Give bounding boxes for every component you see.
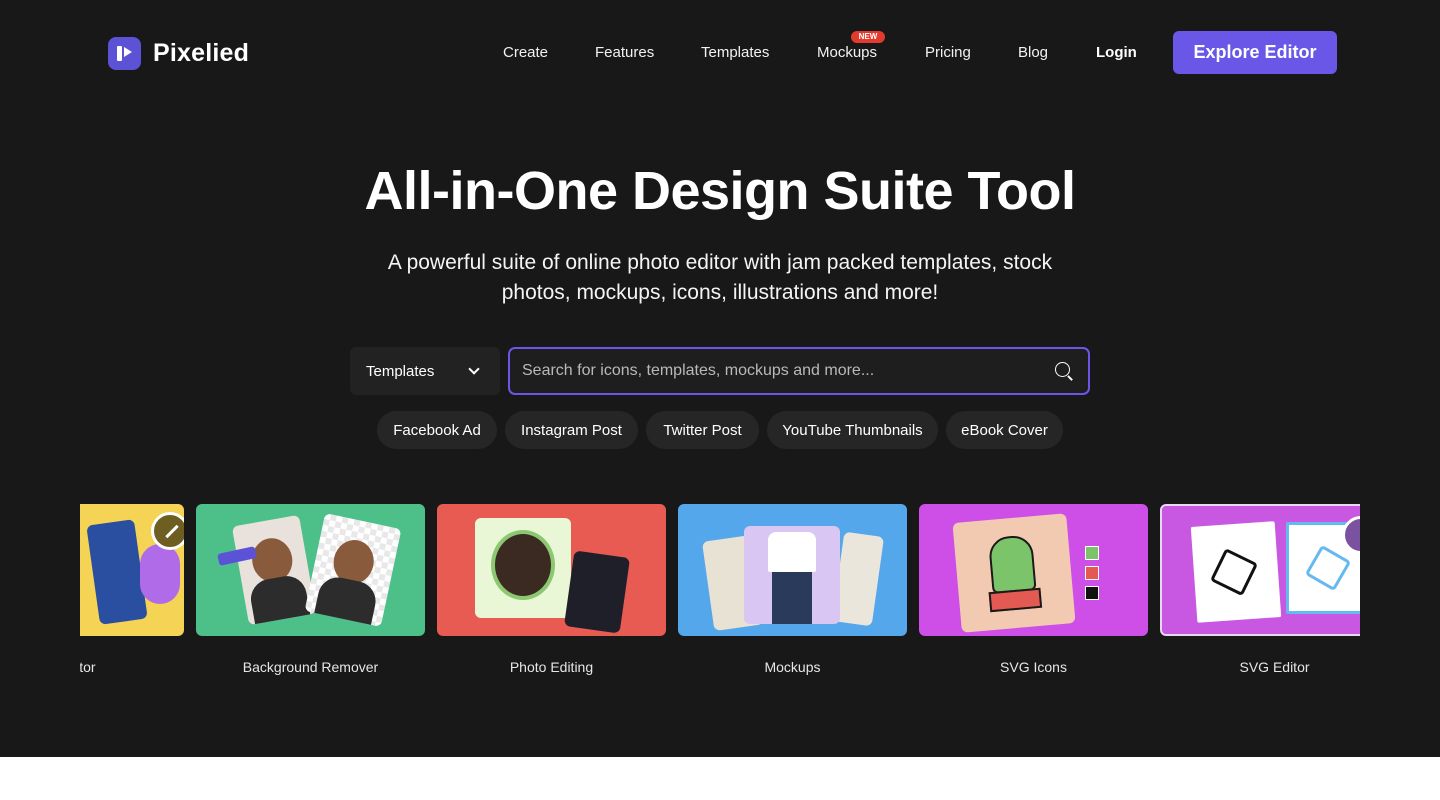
- nav-create[interactable]: Create: [503, 44, 548, 61]
- tool-card-svg-editor[interactable]: [1160, 504, 1360, 636]
- chip-ebook-cover[interactable]: eBook Cover: [946, 411, 1063, 449]
- search-icon[interactable]: [1055, 361, 1074, 381]
- sticker-panel: [563, 550, 631, 634]
- photo-frame: [475, 518, 571, 618]
- search-type-dropdown[interactable]: Templates: [350, 347, 500, 395]
- main-nav: Create Features Templates Mockups NEW Pr…: [0, 0, 1440, 106]
- tool-card-background-remover[interactable]: [196, 504, 425, 636]
- photo-original: [231, 514, 317, 626]
- cube-black-panel: [1190, 521, 1282, 623]
- tool-card-photo-editing[interactable]: [437, 504, 666, 636]
- tools-carousel: enerator Background Remover Photo Editin…: [80, 500, 1360, 690]
- tool-card-label: Mockups: [764, 659, 821, 675]
- tool-card-label: Photo Editing: [509, 659, 594, 675]
- color-swatch-black[interactable]: [1085, 586, 1099, 600]
- chip-youtube-thumbnails[interactable]: YouTube Thumbnails: [767, 411, 938, 449]
- search-bar: [508, 347, 1090, 395]
- nav-features[interactable]: Features: [595, 44, 654, 61]
- nav-pricing[interactable]: Pricing: [925, 44, 971, 61]
- nav-mockups[interactable]: Mockups: [817, 44, 877, 61]
- hero-section: Pixelied Create Features Templates Mocku…: [0, 0, 1440, 757]
- login-link[interactable]: Login: [1096, 44, 1137, 61]
- tool-card-mockups[interactable]: [678, 504, 907, 636]
- hero-subtitle: A powerful suite of online photo editor …: [387, 251, 1053, 304]
- color-swatch-red[interactable]: [1085, 566, 1099, 580]
- chip-twitter-post[interactable]: Twitter Post: [646, 411, 759, 449]
- chip-facebook-ad[interactable]: Facebook Ad: [377, 411, 497, 449]
- balloon-dog-art: [140, 544, 180, 604]
- tool-card-svg-icons[interactable]: [919, 504, 1148, 636]
- explore-editor-button[interactable]: Explore Editor: [1173, 31, 1337, 74]
- icon-canvas: [952, 513, 1076, 633]
- tool-card-label: SVG Icons: [1000, 659, 1067, 675]
- page-title: All-in-One Design Suite Tool: [364, 161, 1077, 221]
- tool-card-label: SVG Editor: [1239, 659, 1310, 675]
- tool-card[interactable]: [80, 504, 184, 636]
- nav-blog[interactable]: Blog: [1018, 44, 1048, 61]
- chevron-down-icon: [468, 363, 480, 375]
- tool-card-label: enerator: [80, 659, 96, 675]
- search-input[interactable]: [522, 362, 1055, 380]
- magic-wand-icon: [151, 512, 184, 550]
- new-badge: NEW: [851, 31, 885, 43]
- photo-transparent: [304, 512, 402, 628]
- search-type-label: Templates: [366, 362, 435, 380]
- tool-card-label: Background Remover: [242, 659, 379, 675]
- color-swatch-green[interactable]: [1085, 546, 1099, 560]
- nav-templates[interactable]: Templates: [701, 44, 769, 61]
- tshirt-mockup: [744, 526, 840, 624]
- chip-instagram-post[interactable]: Instagram Post: [505, 411, 638, 449]
